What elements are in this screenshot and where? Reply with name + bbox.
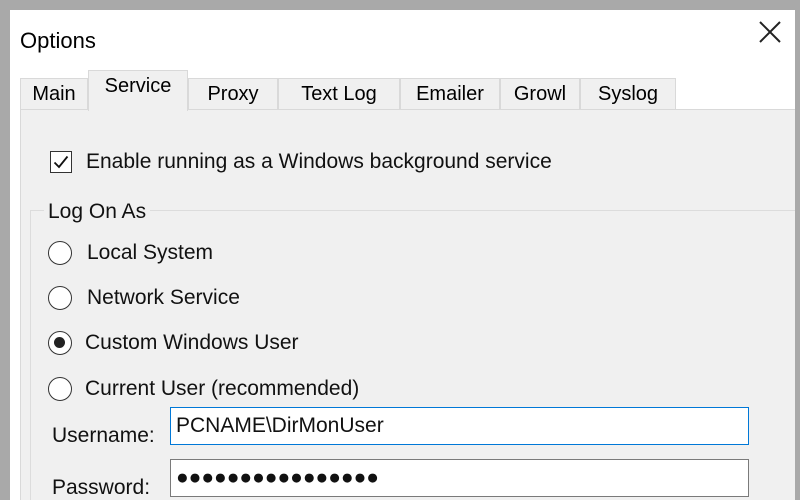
enable-service-label: Enable running as a Windows background s…: [86, 150, 552, 173]
log-on-as-title: Log On As: [44, 200, 151, 224]
tab-proxy[interactable]: Proxy: [188, 78, 278, 109]
radio-network-service[interactable]: Network Service: [48, 285, 240, 311]
password-label: Password:: [52, 476, 151, 499]
tab-main[interactable]: Main: [20, 78, 88, 109]
radio-custom-windows-user-button[interactable]: [48, 331, 72, 355]
radio-current-user-button[interactable]: [48, 377, 72, 401]
enable-service-checkbox[interactable]: [50, 151, 72, 173]
enable-service-row[interactable]: Enable running as a Windows background s…: [50, 150, 552, 174]
tab-text-log[interactable]: Text Log: [278, 78, 400, 109]
window-title: Options: [20, 28, 96, 53]
tab-emailer[interactable]: Emailer: [400, 78, 500, 109]
tab-service[interactable]: Service: [88, 70, 188, 111]
radio-local-system[interactable]: Local System: [48, 240, 213, 266]
radio-current-user[interactable]: Current User (recommended): [48, 376, 359, 402]
username-input[interactable]: [170, 407, 749, 445]
password-input[interactable]: [170, 459, 749, 497]
radio-current-user-label: Current User (recommended): [85, 377, 360, 400]
radio-local-system-label: Local System: [87, 241, 214, 264]
checkmark-icon: [53, 155, 69, 169]
options-dialog: Options Main Service Proxy Text Log Emai…: [10, 10, 795, 500]
close-icon: [759, 21, 781, 43]
radio-custom-windows-user-label: Custom Windows User: [85, 331, 299, 354]
username-label: Username:: [52, 424, 155, 447]
radio-network-service-label: Network Service: [87, 286, 240, 309]
close-button[interactable]: [754, 16, 786, 48]
radio-custom-windows-user[interactable]: Custom Windows User: [48, 330, 299, 356]
tab-growl[interactable]: Growl: [500, 78, 580, 109]
radio-local-system-button[interactable]: [48, 241, 72, 265]
radio-network-service-button[interactable]: [48, 286, 72, 310]
tab-syslog[interactable]: Syslog: [580, 78, 676, 109]
tab-strip: Main Service Proxy Text Log Emailer Grow…: [20, 70, 795, 111]
